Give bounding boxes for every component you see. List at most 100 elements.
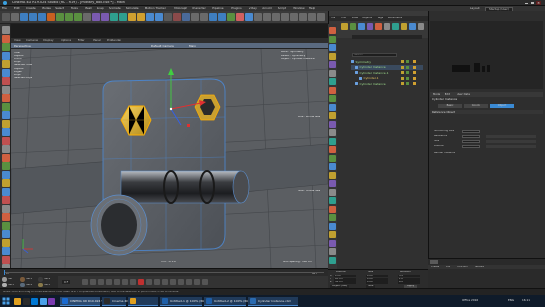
menu-item-create[interactable]: Create	[26, 7, 36, 10]
next-frame-icon[interactable]	[114, 279, 120, 285]
tag-icon[interactable]	[413, 82, 416, 85]
material-swatch[interactable]	[38, 282, 43, 287]
box-select-icon[interactable]	[1, 145, 10, 153]
viewport-solo-icon[interactable]	[308, 13, 316, 21]
attr-tab-coord[interactable]: Coord.	[464, 103, 488, 108]
cloner-icon[interactable]	[164, 13, 172, 21]
om-object-row[interactable]: Cylinder.1	[351, 76, 423, 81]
edge-icon[interactable]	[227, 13, 235, 21]
enable-snap-icon[interactable]	[1, 94, 10, 102]
om-menu-objects[interactable]: Objects	[362, 17, 372, 20]
om-tool-icon-7[interactable]	[392, 23, 399, 30]
om-side-tool-icon[interactable]	[329, 61, 336, 68]
menu-item-simulate[interactable]: Simulate	[126, 7, 139, 10]
pla-key-icon[interactable]	[194, 279, 200, 285]
om-side-tool-icon[interactable]	[329, 27, 336, 34]
coord-position-field[interactable]: 54 cm	[334, 281, 356, 284]
om-side-tool-icon[interactable]	[329, 197, 336, 204]
ring-select-icon[interactable]	[1, 179, 10, 187]
render-view-icon[interactable]	[101, 13, 109, 21]
om-tool-icon-9[interactable]	[409, 23, 416, 30]
magnet-icon[interactable]	[1, 247, 10, 255]
viewport-menu-panel[interactable]: Panel	[93, 39, 101, 42]
texture-icon[interactable]	[254, 13, 262, 21]
viewport-menu-view[interactable]: View	[14, 39, 21, 42]
om-object-row[interactable]: Cylinder Instance	[351, 81, 423, 86]
material-swatch[interactable]	[2, 277, 7, 282]
menu-item-plugins[interactable]: Plugins	[231, 7, 241, 10]
coord-position-field[interactable]: 65 cm	[334, 278, 356, 281]
keyframe-selection-icon[interactable]	[154, 279, 160, 285]
om-side-tool-icon[interactable]	[329, 188, 336, 196]
knife-icon[interactable]	[1, 204, 10, 213]
attr-slider[interactable]	[486, 139, 536, 143]
visibility-dots-icon[interactable]	[401, 65, 404, 69]
attr-tab-basic[interactable]: Basic	[438, 103, 462, 108]
play-icon[interactable]	[106, 279, 112, 285]
attr-slider[interactable]	[486, 144, 536, 148]
om-menu-bookmarks[interactable]: Bookmarks	[388, 17, 403, 20]
workplane-icon[interactable]	[272, 13, 280, 21]
pen-icon[interactable]	[137, 13, 145, 21]
tag-icon[interactable]	[413, 76, 416, 80]
om-menu-file[interactable]: File	[331, 17, 335, 20]
cube-icon[interactable]	[128, 13, 136, 21]
om-side-tool-icon[interactable]	[329, 205, 336, 213]
taskbar-app[interactable]: Cinema 4D	[102, 296, 129, 306]
playhead[interactable]	[4, 270, 5, 275]
om-tool-icon-5[interactable]	[375, 23, 382, 30]
om-side-tool-icon[interactable]	[329, 120, 336, 128]
attr-menu-edit[interactable]: Edit	[445, 93, 450, 96]
pinned-app-icon[interactable]	[22, 297, 30, 305]
bevel-icon[interactable]	[1, 221, 10, 230]
light-icon[interactable]	[200, 13, 208, 21]
y-axis-icon[interactable]	[74, 13, 82, 21]
coord-size-field[interactable]: 0 cm	[366, 281, 388, 284]
om-tool-icon-4[interactable]	[366, 23, 373, 30]
om-side-tool-icon[interactable]	[329, 44, 336, 51]
material-swatch[interactable]	[20, 282, 25, 287]
coord-size-field[interactable]: 0 cm	[366, 278, 388, 281]
taskbar-app[interactable]: Untitled-1 @ 100% (RGB/8)	[160, 296, 211, 306]
maximize-icon[interactable]	[530, 1, 535, 5]
menu-item-mesh[interactable]: Mesh	[85, 7, 93, 10]
enable-icon[interactable]	[317, 13, 325, 21]
enabled-check-icon[interactable]	[406, 71, 409, 74]
material-swatch[interactable]	[38, 277, 43, 282]
go-to-end-icon[interactable]	[130, 279, 136, 285]
x-axis-icon[interactable]	[65, 13, 73, 21]
workplane-icon[interactable]	[1, 102, 10, 111]
lock-icon[interactable]	[290, 13, 298, 21]
render-settings-icon[interactable]	[119, 13, 127, 21]
live-select-icon[interactable]	[1, 136, 10, 145]
taskbar-app[interactable]: Cylinder Instance.c4d	[248, 296, 298, 306]
deformer-icon[interactable]	[173, 13, 181, 21]
material-swatch[interactable]	[20, 277, 25, 282]
points-mode-icon[interactable]	[1, 60, 10, 68]
om-side-tool-icon[interactable]	[329, 180, 336, 187]
subdivision-icon[interactable]	[146, 13, 154, 21]
om-side-tool-icon[interactable]	[329, 222, 336, 230]
visibility-dots-icon[interactable]	[401, 76, 404, 80]
axis-icon[interactable]	[263, 13, 271, 21]
menu-item-snap[interactable]: Snap	[97, 7, 104, 10]
om-tool-icon-1[interactable]	[341, 23, 348, 30]
camera-icon[interactable]	[191, 13, 199, 21]
prev-frame-icon[interactable]	[98, 279, 104, 285]
timeline[interactable]: 0 F 90 F	[0, 268, 328, 276]
rotation-key-icon[interactable]	[178, 279, 184, 285]
move-icon[interactable]	[29, 13, 37, 21]
menu-item-file[interactable]: File	[2, 7, 7, 10]
lower-attr-tab[interactable]	[430, 260, 438, 264]
enabled-check-icon[interactable]	[406, 60, 409, 63]
om-search-input[interactable]: Search	[352, 53, 397, 57]
z-axis-icon[interactable]	[83, 13, 91, 21]
brush-icon[interactable]	[1, 255, 10, 264]
prev-key-icon[interactable]	[90, 279, 96, 285]
om-side-tool-icon[interactable]	[329, 129, 336, 136]
om-menu-edit[interactable]: Edit	[341, 17, 346, 20]
taskbar-app[interactable]: CINEMA 4D R19.024 Studio	[60, 296, 111, 306]
tag-icon[interactable]	[209, 13, 217, 21]
om-tool-icon-3[interactable]	[358, 23, 365, 30]
edges-mode-icon[interactable]	[1, 68, 10, 77]
